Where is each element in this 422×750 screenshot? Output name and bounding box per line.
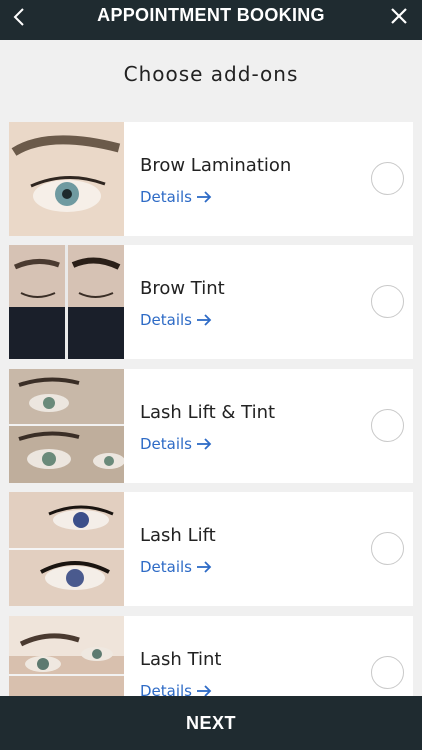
addon-name: Lash Tint: [140, 649, 222, 670]
select-radio[interactable]: [371, 285, 404, 318]
page-title: APPOINTMENT BOOKING: [97, 5, 325, 25]
arrow-right-icon: [197, 314, 212, 326]
select-radio[interactable]: [371, 532, 404, 565]
header-bar: APPOINTMENT BOOKING: [0, 0, 422, 40]
addon-name: Brow Tint: [140, 278, 225, 299]
addon-name: Lash Lift: [140, 525, 216, 546]
addon-card-lash-lift[interactable]: Lash Lift Details: [9, 492, 413, 606]
section-heading: Choose add-ons: [123, 62, 299, 86]
select-radio[interactable]: [371, 656, 404, 689]
arrow-right-icon: [197, 191, 212, 203]
addon-list[interactable]: Brow Lamination Details Brow Tint Detail…: [0, 122, 422, 696]
details-link[interactable]: Details: [140, 311, 212, 329]
details-link[interactable]: Details: [140, 682, 212, 696]
details-label: Details: [140, 311, 193, 329]
details-link[interactable]: Details: [140, 435, 212, 453]
addon-card-lash-lift-tint[interactable]: Lash Lift & Tint Details: [9, 369, 413, 483]
close-button[interactable]: [388, 5, 410, 27]
addon-name: Lash Lift & Tint: [140, 402, 276, 423]
select-radio[interactable]: [371, 409, 404, 442]
addon-name: Brow Lamination: [140, 155, 292, 176]
details-link[interactable]: Details: [140, 188, 212, 206]
addon-card-brow-tint[interactable]: Brow Tint Details: [9, 245, 413, 359]
details-link[interactable]: Details: [140, 558, 212, 576]
next-button[interactable]: NEXT: [186, 713, 236, 734]
addon-card-lash-tint[interactable]: Lash Tint Details: [9, 616, 413, 696]
details-label: Details: [140, 558, 193, 576]
close-icon: [391, 8, 407, 24]
arrow-right-icon: [197, 438, 212, 450]
addon-thumbnail: [9, 245, 124, 359]
arrow-right-icon: [197, 685, 212, 696]
bottom-bar: NEXT: [0, 696, 422, 750]
addon-thumbnail: [9, 492, 124, 606]
addon-thumbnail: [9, 616, 124, 696]
details-label: Details: [140, 188, 193, 206]
addon-thumbnail: [9, 122, 124, 236]
addon-thumbnail: [9, 369, 124, 483]
details-label: Details: [140, 682, 193, 696]
details-label: Details: [140, 435, 193, 453]
addon-card-brow-lamination[interactable]: Brow Lamination Details: [9, 122, 413, 236]
arrow-right-icon: [197, 561, 212, 573]
select-radio[interactable]: [371, 162, 404, 195]
